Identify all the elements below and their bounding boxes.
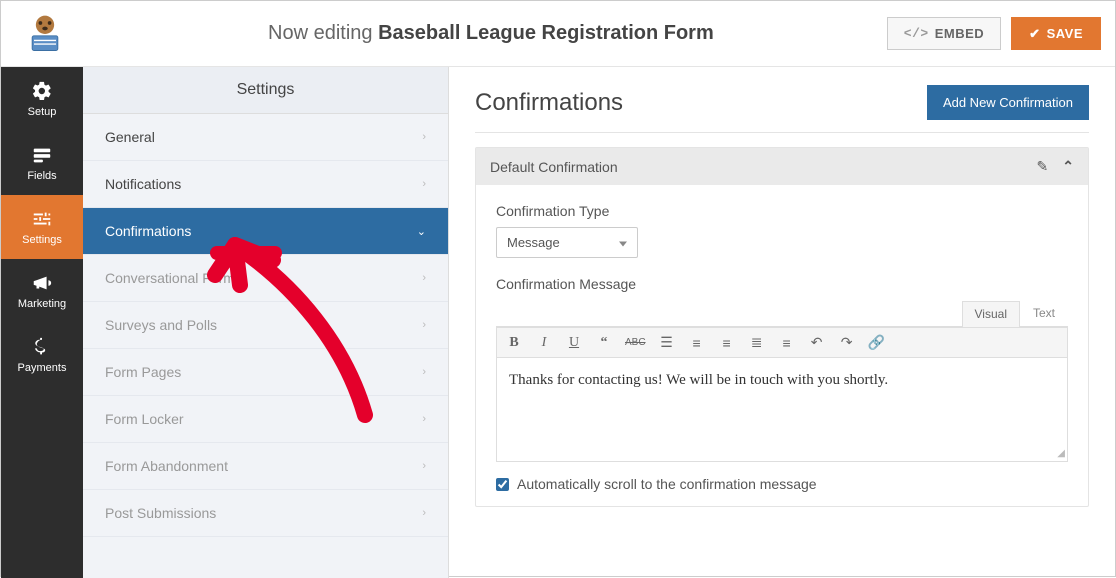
content-title-row: Confirmations Add New Confirmation <box>475 85 1089 133</box>
panel-header[interactable]: Default Confirmation ✎ ⌃ <box>476 148 1088 185</box>
settings-item-surveys-polls[interactable]: Surveys and Polls › <box>83 302 448 349</box>
confirmation-type-label: Confirmation Type <box>496 203 1068 219</box>
sidebar-item-label: Settings <box>22 234 62 246</box>
settings-sidebar: Settings General › Notifications › Confi… <box>83 67 449 578</box>
top-buttons: </> EMBED ✔ SAVE <box>887 17 1101 50</box>
underline-button[interactable]: U <box>565 335 583 351</box>
confirmation-type-select[interactable]: Message <box>497 228 637 257</box>
icon-sidebar: Setup Fields Settings Marketing Payments <box>1 67 83 578</box>
bold-button[interactable]: B <box>505 335 523 351</box>
editor-tab-text[interactable]: Text <box>1020 300 1068 326</box>
bullhorn-icon <box>31 272 53 294</box>
confirmation-panel: Default Confirmation ✎ ⌃ Confirmation Ty… <box>475 147 1089 507</box>
sidebar-item-label: Setup <box>28 106 57 118</box>
auto-scroll-row: Automatically scroll to the confirmation… <box>496 476 1068 492</box>
settings-item-form-pages[interactable]: Form Pages › <box>83 349 448 396</box>
settings-item-label: Form Locker <box>105 411 184 427</box>
settings-sidebar-title: Settings <box>83 67 448 114</box>
settings-item-label: Form Pages <box>105 364 181 380</box>
chevron-right-icon: › <box>422 507 426 519</box>
sidebar-item-settings[interactable]: Settings <box>1 195 83 259</box>
settings-item-label: Form Abandonment <box>105 458 228 474</box>
code-icon: </> <box>904 26 929 41</box>
sliders-icon <box>31 208 53 230</box>
editor-toolbar: B I U “ ABC ☰ ≡ ≡ ≣ ≡ ↶ ↷ 🔗 <box>497 327 1067 358</box>
settings-item-label: Post Submissions <box>105 505 216 521</box>
chevron-right-icon: › <box>422 272 426 284</box>
settings-item-notifications[interactable]: Notifications › <box>83 161 448 208</box>
sidebar-item-fields[interactable]: Fields <box>1 131 83 195</box>
redo-button[interactable]: ↷ <box>838 334 856 351</box>
settings-item-general[interactable]: General › <box>83 114 448 161</box>
italic-button[interactable]: I <box>535 335 553 351</box>
check-icon: ✔ <box>1029 26 1040 42</box>
editor-tab-visual[interactable]: Visual <box>962 301 1020 327</box>
settings-item-label: Confirmations <box>105 223 191 239</box>
chevron-right-icon: › <box>422 178 426 190</box>
align-center-button[interactable]: ≣ <box>748 334 766 351</box>
panel-title: Default Confirmation <box>490 159 618 175</box>
sidebar-item-marketing[interactable]: Marketing <box>1 259 83 323</box>
chevron-right-icon: › <box>422 413 426 425</box>
settings-list: General › Notifications › Confirmations … <box>83 114 448 537</box>
chevron-right-icon: › <box>422 319 426 331</box>
align-left-button[interactable]: ≡ <box>718 335 736 351</box>
blockquote-button[interactable]: “ <box>595 335 613 351</box>
panel-body: Confirmation Type Message Confirmation M… <box>476 185 1088 506</box>
main-area: Setup Fields Settings Marketing Payments… <box>1 67 1115 578</box>
sidebar-item-label: Payments <box>18 362 67 374</box>
editing-prefix: Now editing <box>268 22 373 44</box>
gear-icon <box>31 80 53 102</box>
confirmation-type-select-wrap: Message <box>496 227 638 258</box>
pencil-icon[interactable]: ✎ <box>1037 158 1049 175</box>
resize-handle-icon[interactable]: ◢ <box>497 448 1067 461</box>
top-bar: Now editing Baseball League Registration… <box>1 1 1115 67</box>
panel-header-icons: ✎ ⌃ <box>1037 158 1074 175</box>
settings-item-label: Notifications <box>105 176 181 192</box>
settings-item-form-locker[interactable]: Form Locker › <box>83 396 448 443</box>
auto-scroll-checkbox[interactable] <box>496 478 509 491</box>
strikethrough-button[interactable]: ABC <box>625 337 646 348</box>
chevron-right-icon: › <box>422 366 426 378</box>
settings-item-post-submissions[interactable]: Post Submissions › <box>83 490 448 537</box>
app-logo <box>15 9 75 59</box>
undo-button[interactable]: ↶ <box>808 334 826 351</box>
sidebar-item-label: Fields <box>27 170 56 182</box>
sidebar-item-setup[interactable]: Setup <box>1 67 83 131</box>
numbered-list-button[interactable]: ≡ <box>688 335 706 351</box>
settings-item-confirmations[interactable]: Confirmations ⌄ <box>83 208 448 255</box>
chevron-up-icon[interactable]: ⌃ <box>1062 158 1074 175</box>
editor-content[interactable]: Thanks for contacting us! We will be in … <box>497 358 1067 448</box>
confirmation-message-label: Confirmation Message <box>496 276 1068 292</box>
page-title: Now editing Baseball League Registration… <box>95 22 887 45</box>
settings-item-label: General <box>105 129 155 145</box>
content-area: Confirmations Add New Confirmation Defau… <box>449 67 1115 578</box>
content-heading: Confirmations <box>475 89 623 117</box>
message-editor: B I U “ ABC ☰ ≡ ≡ ≣ ≡ ↶ ↷ 🔗 <box>496 326 1068 462</box>
chevron-right-icon: › <box>422 131 426 143</box>
settings-item-label: Surveys and Polls <box>105 317 217 333</box>
sidebar-item-payments[interactable]: Payments <box>1 323 83 387</box>
save-button[interactable]: ✔ SAVE <box>1011 17 1101 50</box>
form-icon <box>31 144 53 166</box>
form-name: Baseball League Registration Form <box>378 22 714 44</box>
embed-button[interactable]: </> EMBED <box>887 17 1001 50</box>
chevron-down-icon: ⌄ <box>417 225 426 238</box>
dollar-icon <box>31 336 53 358</box>
align-right-button[interactable]: ≡ <box>778 335 796 351</box>
embed-label: EMBED <box>935 26 984 41</box>
auto-scroll-label: Automatically scroll to the confirmation… <box>517 476 817 492</box>
save-label: SAVE <box>1047 26 1083 41</box>
settings-item-label: Conversational Forms <box>105 270 242 286</box>
editor-tabs-row: Visual Text <box>496 300 1068 326</box>
add-confirmation-button[interactable]: Add New Confirmation <box>927 85 1089 120</box>
settings-item-conversational-forms[interactable]: Conversational Forms › <box>83 255 448 302</box>
sidebar-item-label: Marketing <box>18 298 66 310</box>
chevron-right-icon: › <box>422 460 426 472</box>
settings-item-form-abandonment[interactable]: Form Abandonment › <box>83 443 448 490</box>
link-button[interactable]: 🔗 <box>868 334 886 351</box>
bullet-list-button[interactable]: ☰ <box>658 334 676 351</box>
